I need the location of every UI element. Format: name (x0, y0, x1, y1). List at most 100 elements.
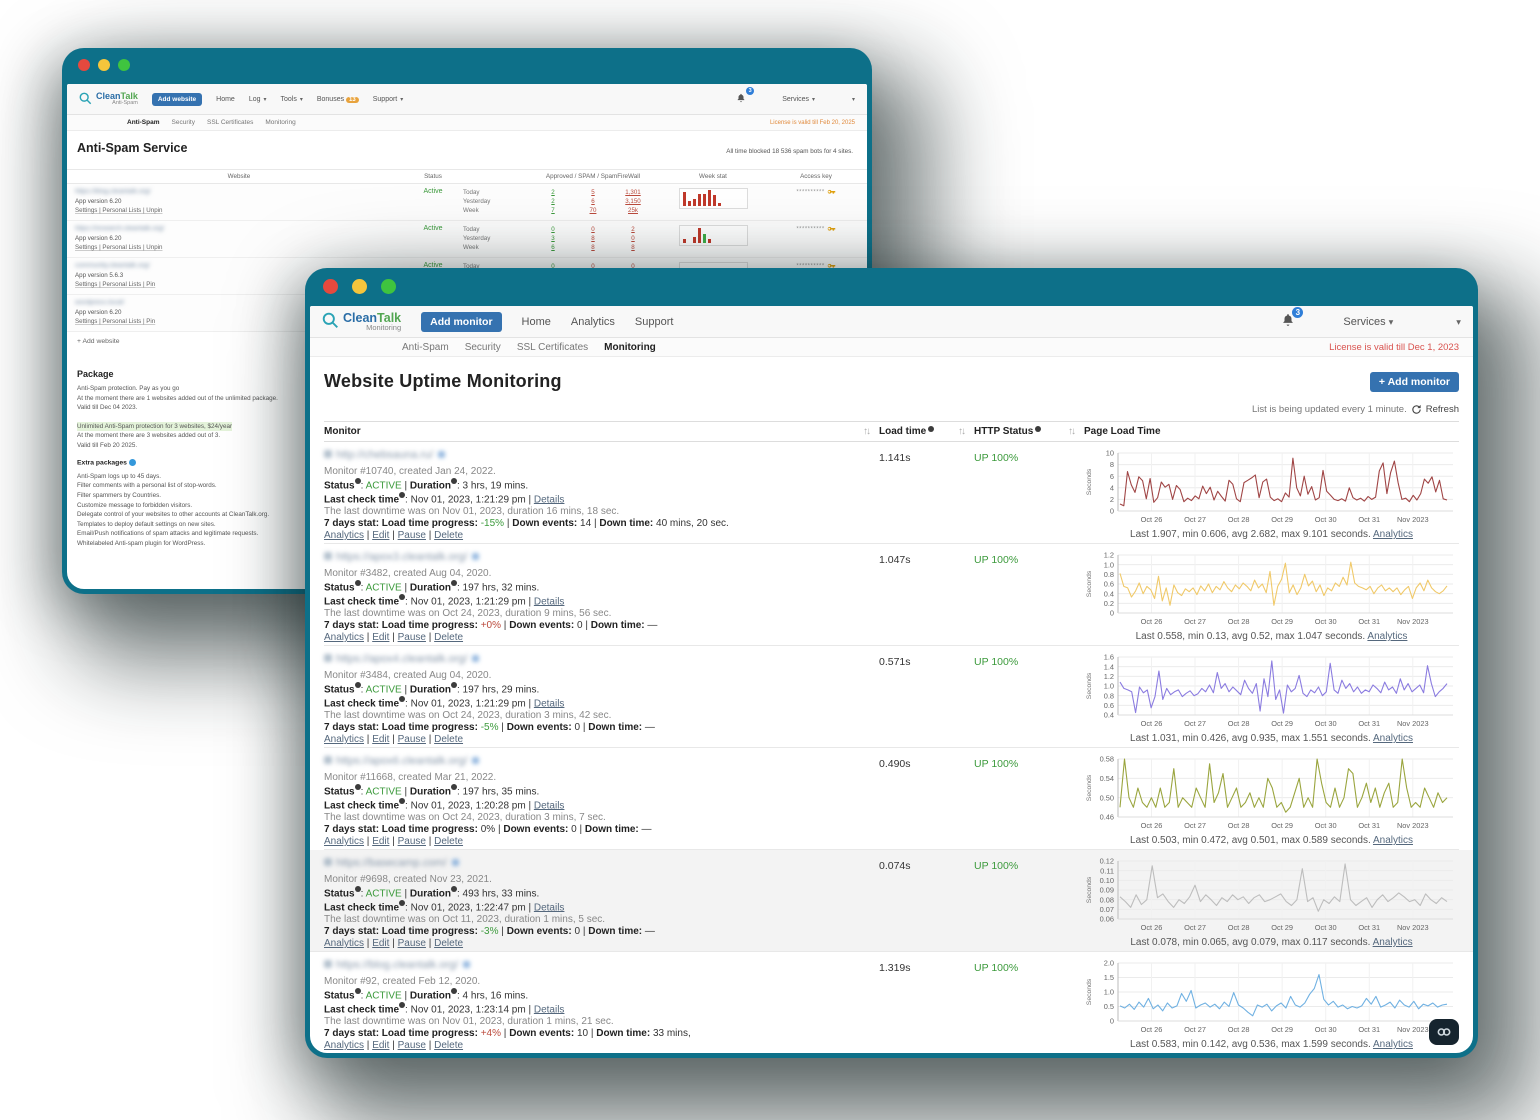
details-link[interactable]: Details (534, 800, 565, 811)
window-titlebar[interactable] (62, 48, 872, 84)
edit-link[interactable]: Edit (372, 530, 389, 541)
website-url[interactable]: https://research.cleantalk.org/ (75, 225, 403, 232)
edit-icon[interactable] (463, 961, 471, 968)
sort-monitor-icon[interactable] (863, 426, 869, 437)
approved-spam-counts[interactable]: 2 5 1,301 2 6 3,150 7 70 25k (533, 188, 653, 215)
maximize-window-button[interactable] (118, 59, 130, 71)
delete-link[interactable]: Delete (434, 938, 463, 949)
chart-analytics-link[interactable]: Analytics (1373, 1039, 1413, 1050)
delete-link[interactable]: Delete (434, 734, 463, 745)
monitor-url[interactable]: https://apox3.cleantalk.org/ (324, 551, 879, 563)
nav-home[interactable]: Home (216, 96, 235, 103)
maximize-window-button[interactable] (381, 279, 396, 294)
analytics-link[interactable]: Analytics (324, 530, 364, 541)
status-value: ACTIVE (365, 888, 402, 900)
subnav-monitoring[interactable]: Monitoring (265, 119, 295, 126)
edit-link[interactable]: Edit (372, 938, 389, 949)
svg-text:Oct 27: Oct 27 (1184, 821, 1206, 830)
pause-link[interactable]: Pause (398, 632, 426, 643)
nav-support[interactable]: Support (635, 316, 674, 328)
link-badge[interactable] (1429, 1019, 1459, 1045)
edit-icon[interactable] (438, 451, 446, 458)
add-website-button[interactable]: Add website (151, 92, 203, 106)
analytics-link[interactable]: Analytics (324, 836, 364, 847)
services-dropdown[interactable]: Services (782, 96, 815, 103)
nav-log[interactable]: Log (249, 96, 267, 103)
delete-link[interactable]: Delete (434, 632, 463, 643)
pause-link[interactable]: Pause (398, 734, 426, 745)
edit-icon[interactable] (472, 553, 480, 560)
monitor-url[interactable]: https://apox6.cleantalk.org/ (324, 755, 879, 767)
edit-icon[interactable] (472, 757, 480, 764)
cleantalk-logo[interactable]: CleanTalk Monitoring (322, 311, 401, 332)
notifications-bell[interactable]: 3 (736, 87, 755, 105)
edit-icon[interactable] (472, 655, 480, 662)
edit-link[interactable]: Edit (372, 734, 389, 745)
subnav-ssl[interactable]: SSL Certificates (517, 342, 588, 353)
chart-analytics-link[interactable]: Analytics (1373, 529, 1413, 540)
close-window-button[interactable] (323, 279, 338, 294)
delete-link[interactable]: Delete (434, 1040, 463, 1051)
refresh-icon[interactable] (1411, 404, 1422, 415)
pause-link[interactable]: Pause (398, 1040, 426, 1051)
pause-link[interactable]: Pause (398, 530, 426, 541)
chart-analytics-link[interactable]: Analytics (1373, 733, 1413, 744)
delete-link[interactable]: Delete (434, 530, 463, 541)
details-link[interactable]: Details (534, 494, 565, 505)
edit-link[interactable]: Edit (372, 632, 389, 643)
edit-link[interactable]: Edit (372, 836, 389, 847)
details-link[interactable]: Details (534, 698, 565, 709)
info-icon[interactable] (128, 458, 136, 466)
key-icon[interactable] (827, 188, 836, 197)
add-monitor-button[interactable]: Add monitor (1369, 371, 1459, 392)
details-link[interactable]: Details (534, 596, 565, 607)
nav-tools[interactable]: Tools (281, 96, 303, 103)
chart-analytics-link[interactable]: Analytics (1367, 631, 1407, 642)
website-row-links[interactable]: Settings | Personal Lists | Unpin (75, 206, 403, 215)
website-row-links[interactable]: Settings | Personal Lists | Unpin (75, 243, 403, 252)
subnav-anti-spam[interactable]: Anti-Spam (127, 119, 160, 126)
refresh-link[interactable]: Refresh (1426, 404, 1459, 415)
window-titlebar[interactable] (305, 268, 1478, 306)
subnav-anti-spam[interactable]: Anti-Spam (402, 342, 449, 353)
minimize-window-button[interactable] (352, 279, 367, 294)
nav-support[interactable]: Support (373, 96, 404, 103)
subnav-security[interactable]: Security (465, 342, 501, 353)
details-link[interactable]: Details (534, 1004, 565, 1015)
analytics-link[interactable]: Analytics (324, 734, 364, 745)
chart-analytics-link[interactable]: Analytics (1373, 937, 1413, 948)
sort-load-time-icon[interactable] (958, 426, 964, 437)
key-icon[interactable] (827, 225, 836, 234)
delete-link[interactable]: Delete (434, 836, 463, 847)
analytics-link[interactable]: Analytics (324, 938, 364, 949)
notifications-bell[interactable]: 3 (1281, 307, 1304, 330)
nav-analytics[interactable]: Analytics (571, 316, 615, 328)
analytics-link[interactable]: Analytics (324, 1040, 364, 1051)
pause-link[interactable]: Pause (398, 938, 426, 949)
subnav-security[interactable]: Security (172, 119, 195, 126)
analytics-link[interactable]: Analytics (324, 632, 364, 643)
approved-spam-counts[interactable]: 002 380 688 (533, 225, 653, 252)
minimize-window-button[interactable] (98, 59, 110, 71)
nav-bonuses[interactable]: Bonuses 13 (317, 96, 359, 103)
account-caret[interactable] (849, 96, 855, 103)
monitor-url[interactable]: https://blog.cleantalk.org/ (324, 959, 879, 971)
website-url[interactable]: https://blog.cleantalk.org/ (75, 188, 403, 195)
monitor-url[interactable]: https://apox4.cleantalk.org/ (324, 653, 879, 665)
services-dropdown[interactable]: Services (1343, 316, 1393, 328)
add-monitor-nav-button[interactable]: Add monitor (421, 311, 502, 332)
subnav-ssl[interactable]: SSL Certificates (207, 119, 253, 126)
pause-link[interactable]: Pause (398, 836, 426, 847)
close-window-button[interactable] (78, 59, 90, 71)
account-caret[interactable] (1453, 316, 1461, 328)
details-link[interactable]: Details (534, 902, 565, 913)
subnav-monitoring[interactable]: Monitoring (604, 342, 656, 353)
edit-icon[interactable] (451, 859, 459, 866)
cleantalk-logo[interactable]: CleanTalk Anti-Spam (79, 91, 138, 107)
edit-link[interactable]: Edit (372, 1040, 389, 1051)
sort-http-status-icon[interactable] (1068, 426, 1074, 437)
monitor-url[interactable]: https://basecamp.com/ (324, 857, 879, 869)
nav-home[interactable]: Home (522, 316, 551, 328)
chart-analytics-link[interactable]: Analytics (1373, 835, 1413, 846)
monitor-url[interactable]: http://chebsauna.ru/ (324, 449, 879, 461)
